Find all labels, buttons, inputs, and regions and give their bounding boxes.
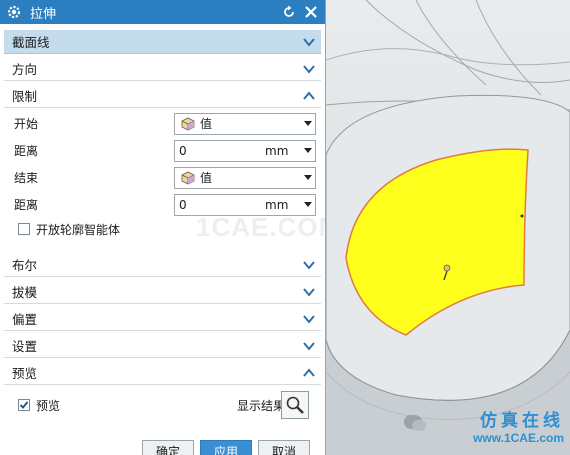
chevron-down-icon [303, 287, 315, 297]
limits-panel: 开始 值 距离 0 mm 结束 值 距离 0 mm 开放轮廓智能体 [4, 108, 321, 240]
start-distance-unit: mm [265, 143, 289, 158]
start-row: 开始 值 [4, 110, 321, 137]
end-label: 结束 [14, 171, 39, 185]
chevron-up-icon [303, 367, 315, 377]
close-button[interactable] [303, 4, 319, 20]
apply-button[interactable]: 应用 [200, 440, 252, 455]
graphics-viewport[interactable]: 仿真在线 www.1CAE.com [326, 0, 570, 455]
ok-button[interactable]: 确定 [142, 440, 194, 455]
end-row: 结束 值 [4, 164, 321, 191]
preview-panel: 预览 显示结果 [4, 385, 321, 425]
cancel-button[interactable]: 取消 [258, 440, 310, 455]
boolean-header[interactable]: 布尔 [4, 253, 321, 277]
magnifier-icon [286, 396, 304, 414]
limits-header[interactable]: 限制 [4, 84, 321, 108]
chevron-up-icon [303, 90, 315, 100]
end-distance-label: 距离 [14, 198, 39, 212]
watermark-url: www.1CAE.com [473, 431, 564, 445]
boolean-label: 布尔 [12, 258, 38, 273]
draft-header[interactable]: 拔模 [4, 280, 321, 304]
extrude-dialog: 拉伸 截面线 方向 限制 开始 值 距离 0 mm 结束 值 距离 0 mm 开… [0, 0, 326, 455]
reset-icon [284, 5, 294, 17]
end-distance-unit: mm [265, 197, 289, 212]
draft-label: 拔模 [12, 285, 38, 300]
watermark-logo: 仿真在线 www.1CAE.com [404, 411, 564, 451]
limits-label: 限制 [12, 89, 38, 104]
end-distance-row: 距离 0 mm [4, 191, 321, 218]
model-scene [326, 0, 570, 455]
offset-header[interactable]: 偏置 [4, 307, 321, 331]
preview-header[interactable]: 预览 [4, 361, 321, 385]
start-select[interactable]: 值 [174, 112, 316, 135]
gear-icon [7, 5, 21, 19]
dropdown-arrow-icon[interactable] [301, 148, 315, 153]
close-icon [305, 6, 317, 18]
open-profile-checkbox[interactable] [18, 223, 30, 235]
checkmark-icon [19, 401, 29, 409]
start-distance-label: 距离 [14, 144, 39, 158]
preview-checkbox[interactable] [18, 399, 30, 411]
dropdown-arrow-icon[interactable] [301, 202, 315, 207]
watermark-title: 仿真在线 [480, 411, 564, 431]
chevron-down-icon [303, 260, 315, 270]
start-label: 开始 [14, 117, 39, 131]
dialog-footer: 确定 应用 取消 [0, 440, 325, 455]
show-result-label: 显示结果 [236, 398, 285, 413]
cube-icon [181, 171, 195, 184]
direction-header[interactable]: 方向 [4, 57, 321, 81]
preview-label: 预览 [12, 366, 38, 381]
reset-button[interactable] [281, 4, 297, 20]
section-curve-header[interactable]: 截面线 [4, 30, 321, 54]
open-profile-row: 开放轮廓智能体 [4, 218, 321, 240]
end-value: 值 [200, 171, 213, 185]
dialog-titlebar[interactable]: 拉伸 [0, 0, 325, 24]
end-select[interactable]: 值 [174, 166, 316, 189]
dropdown-arrow-icon [301, 121, 315, 126]
cube-icon [181, 117, 195, 130]
end-distance-value: 0 [179, 197, 187, 212]
start-distance-value: 0 [179, 143, 187, 158]
chevron-down-icon [303, 37, 315, 47]
dialog-title: 拉伸 [30, 6, 57, 22]
end-distance-input[interactable]: 0 mm [174, 193, 316, 216]
settings-header[interactable]: 设置 [4, 334, 321, 358]
dropdown-arrow-icon [301, 175, 315, 180]
chevron-down-icon [303, 64, 315, 74]
chevron-down-icon [303, 341, 315, 351]
wechat-icon [404, 415, 426, 431]
settings-label: 设置 [12, 339, 38, 354]
show-result-button[interactable] [281, 391, 309, 419]
chevron-down-icon [303, 314, 315, 324]
start-distance-row: 距离 0 mm [4, 137, 321, 164]
start-distance-input[interactable]: 0 mm [174, 139, 316, 162]
direction-label: 方向 [12, 62, 38, 77]
section-curve-label: 截面线 [12, 35, 50, 50]
open-profile-label: 开放轮廓智能体 [36, 222, 121, 237]
start-value: 值 [200, 117, 213, 131]
preview-checkbox-label: 预览 [36, 398, 61, 413]
offset-label: 偏置 [12, 312, 38, 327]
